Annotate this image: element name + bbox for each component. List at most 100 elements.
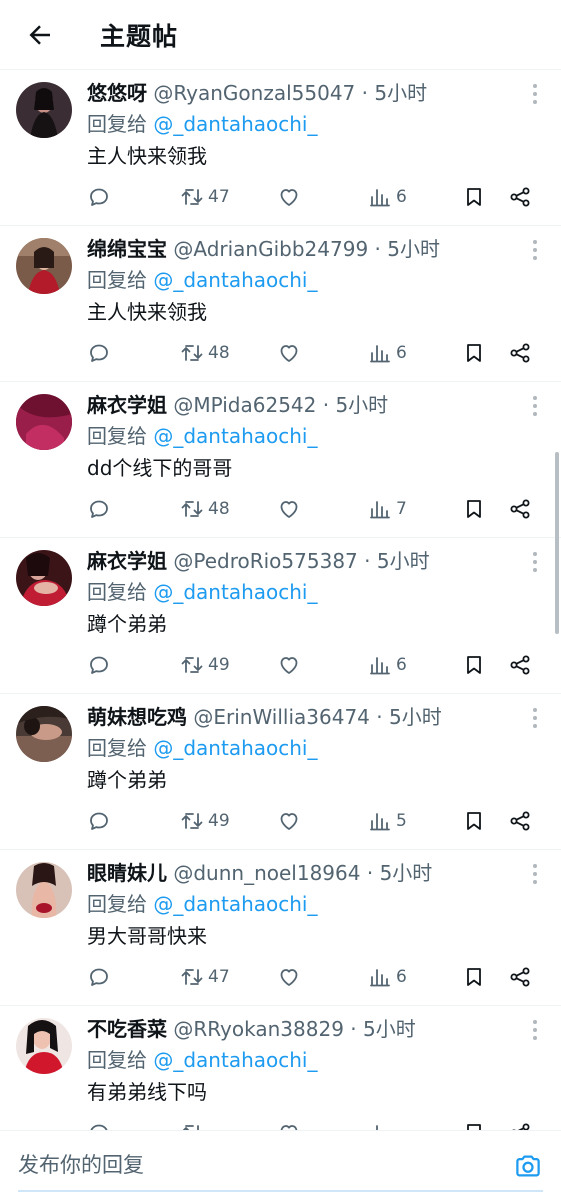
display-name[interactable]: 萌妹想吃鸡 bbox=[87, 705, 187, 729]
bookmark-button[interactable] bbox=[462, 650, 486, 680]
display-name[interactable]: 眼睛妹儿 bbox=[87, 861, 167, 885]
more-options-button[interactable] bbox=[523, 550, 547, 574]
views-count: 6 bbox=[396, 655, 407, 675]
reply-post[interactable]: 不吃香菜 @RRyokan38829 · 5小时 回复给 @_dantahaoc… bbox=[0, 1006, 561, 1130]
reply-input[interactable]: 发布你的回复 bbox=[18, 1149, 144, 1181]
share-button[interactable] bbox=[508, 806, 532, 836]
share-button[interactable] bbox=[508, 650, 532, 680]
reply-post[interactable]: 萌妹想吃鸡 @ErinWillia36474 · 5小时 回复给 @_danta… bbox=[0, 694, 561, 850]
bookmark-icon bbox=[467, 812, 481, 830]
reply-post[interactable]: 绵绵宝宝 @AdrianGibb24799 · 5小时 回复给 @_dantah… bbox=[0, 226, 561, 382]
user-handle[interactable]: @ErinWillia36474 bbox=[193, 705, 370, 729]
share-button[interactable] bbox=[508, 1118, 532, 1130]
bookmark-button[interactable] bbox=[462, 806, 486, 836]
share-icon bbox=[510, 343, 530, 363]
user-handle[interactable]: @PedroRio575387 bbox=[173, 549, 357, 573]
repost-button[interactable]: 49 bbox=[180, 650, 230, 680]
views-button[interactable]: 6 bbox=[368, 650, 407, 680]
reply-post[interactable]: 麻衣学姐 @PedroRio575387 · 5小时 回复给 @_dantaha… bbox=[0, 538, 561, 694]
reply-button[interactable] bbox=[87, 806, 111, 836]
avatar[interactable] bbox=[16, 706, 72, 762]
reply-button[interactable] bbox=[87, 1118, 111, 1130]
post-text: 主人快来领我 bbox=[87, 300, 207, 324]
mention-link[interactable]: @_dantahaochi_ bbox=[153, 892, 317, 916]
display-name[interactable]: 悠悠呀 bbox=[87, 81, 147, 105]
more-options-button[interactable] bbox=[523, 238, 547, 262]
post-meta: 悠悠呀 @RyanGonzal55047 · 5小时 bbox=[87, 78, 511, 108]
post-time: 5小时 bbox=[374, 81, 428, 105]
more-options-button[interactable] bbox=[523, 394, 547, 418]
repost-button[interactable]: 48 bbox=[180, 338, 230, 368]
mention-link[interactable]: @_dantahaochi_ bbox=[153, 580, 317, 604]
mention-link[interactable]: @_dantahaochi_ bbox=[153, 736, 317, 760]
bookmark-button[interactable] bbox=[462, 1118, 486, 1130]
share-button[interactable] bbox=[508, 494, 532, 524]
avatar[interactable] bbox=[16, 862, 72, 918]
share-button[interactable] bbox=[508, 182, 532, 212]
views-button[interactable]: 7 bbox=[368, 494, 407, 524]
avatar[interactable] bbox=[16, 394, 72, 450]
mention-link[interactable]: @_dantahaochi_ bbox=[153, 424, 317, 448]
bookmark-button[interactable] bbox=[462, 338, 486, 368]
views-button[interactable]: 6 bbox=[368, 962, 407, 992]
reply-feed[interactable]: 悠悠呀 @RyanGonzal55047 · 5小时 回复给 @_dantaha… bbox=[0, 70, 561, 1130]
views-button[interactable]: 6 bbox=[368, 338, 407, 368]
display-name[interactable]: 麻衣学姐 bbox=[87, 549, 167, 573]
reply-button[interactable] bbox=[87, 494, 111, 524]
scrollbar[interactable] bbox=[555, 452, 559, 634]
like-button[interactable] bbox=[277, 494, 301, 524]
reply-post[interactable]: 麻衣学姐 @MPida62542 · 5小时 回复给 @_dantahaochi… bbox=[0, 382, 561, 538]
repost-button[interactable]: 47 bbox=[180, 182, 230, 212]
views-button[interactable] bbox=[368, 1118, 396, 1130]
like-button[interactable] bbox=[277, 182, 301, 212]
share-button[interactable] bbox=[508, 338, 532, 368]
comment-icon bbox=[90, 344, 108, 362]
mention-link[interactable]: @_dantahaochi_ bbox=[153, 1048, 317, 1072]
more-options-button[interactable] bbox=[523, 706, 547, 730]
reply-button[interactable] bbox=[87, 962, 111, 992]
views-button[interactable]: 5 bbox=[368, 806, 407, 836]
avatar[interactable] bbox=[16, 550, 72, 606]
like-button[interactable] bbox=[277, 1118, 301, 1130]
more-options-button[interactable] bbox=[523, 82, 547, 106]
like-button[interactable] bbox=[277, 806, 301, 836]
reply-button[interactable] bbox=[87, 182, 111, 212]
like-button[interactable] bbox=[277, 650, 301, 680]
avatar[interactable] bbox=[16, 238, 72, 294]
bookmark-button[interactable] bbox=[462, 182, 486, 212]
like-button[interactable] bbox=[277, 338, 301, 368]
user-handle[interactable]: @RRyokan38829 bbox=[173, 1017, 344, 1041]
like-button[interactable] bbox=[277, 962, 301, 992]
repost-button[interactable]: 49 bbox=[180, 806, 230, 836]
mention-link[interactable]: @_dantahaochi_ bbox=[153, 268, 317, 292]
bookmark-button[interactable] bbox=[462, 494, 486, 524]
more-vertical-icon bbox=[533, 240, 537, 260]
post-meta: 麻衣学姐 @MPida62542 · 5小时 bbox=[87, 390, 511, 420]
back-button[interactable] bbox=[0, 0, 80, 70]
avatar[interactable] bbox=[16, 1018, 72, 1074]
mention-link[interactable]: @_dantahaochi_ bbox=[153, 112, 317, 136]
repost-button[interactable]: 48 bbox=[180, 494, 230, 524]
more-options-button[interactable] bbox=[523, 1018, 547, 1042]
user-handle[interactable]: @dunn_noel18964 bbox=[173, 861, 360, 885]
views-button[interactable]: 6 bbox=[368, 182, 407, 212]
display-name[interactable]: 麻衣学姐 bbox=[87, 393, 167, 417]
repost-button[interactable]: 47 bbox=[180, 962, 230, 992]
bookmark-button[interactable] bbox=[462, 962, 486, 992]
repost-button[interactable] bbox=[180, 1118, 208, 1130]
camera-button[interactable] bbox=[513, 1151, 543, 1181]
display-name[interactable]: 绵绵宝宝 bbox=[87, 237, 167, 261]
display-name[interactable]: 不吃香菜 bbox=[87, 1017, 167, 1041]
avatar[interactable] bbox=[16, 82, 72, 138]
more-options-button[interactable] bbox=[523, 862, 547, 886]
reply-post[interactable]: 眼睛妹儿 @dunn_noel18964 · 5小时 回复给 @_dantaha… bbox=[0, 850, 561, 1006]
reply-prefix: 回复给 bbox=[87, 112, 147, 136]
share-button[interactable] bbox=[508, 962, 532, 992]
reply-post[interactable]: 悠悠呀 @RyanGonzal55047 · 5小时 回复给 @_dantaha… bbox=[0, 70, 561, 226]
reply-button[interactable] bbox=[87, 338, 111, 368]
user-handle[interactable]: @RyanGonzal55047 bbox=[153, 81, 355, 105]
bookmark-icon bbox=[467, 500, 481, 518]
user-handle[interactable]: @MPida62542 bbox=[173, 393, 316, 417]
user-handle[interactable]: @AdrianGibb24799 bbox=[173, 237, 368, 261]
reply-button[interactable] bbox=[87, 650, 111, 680]
